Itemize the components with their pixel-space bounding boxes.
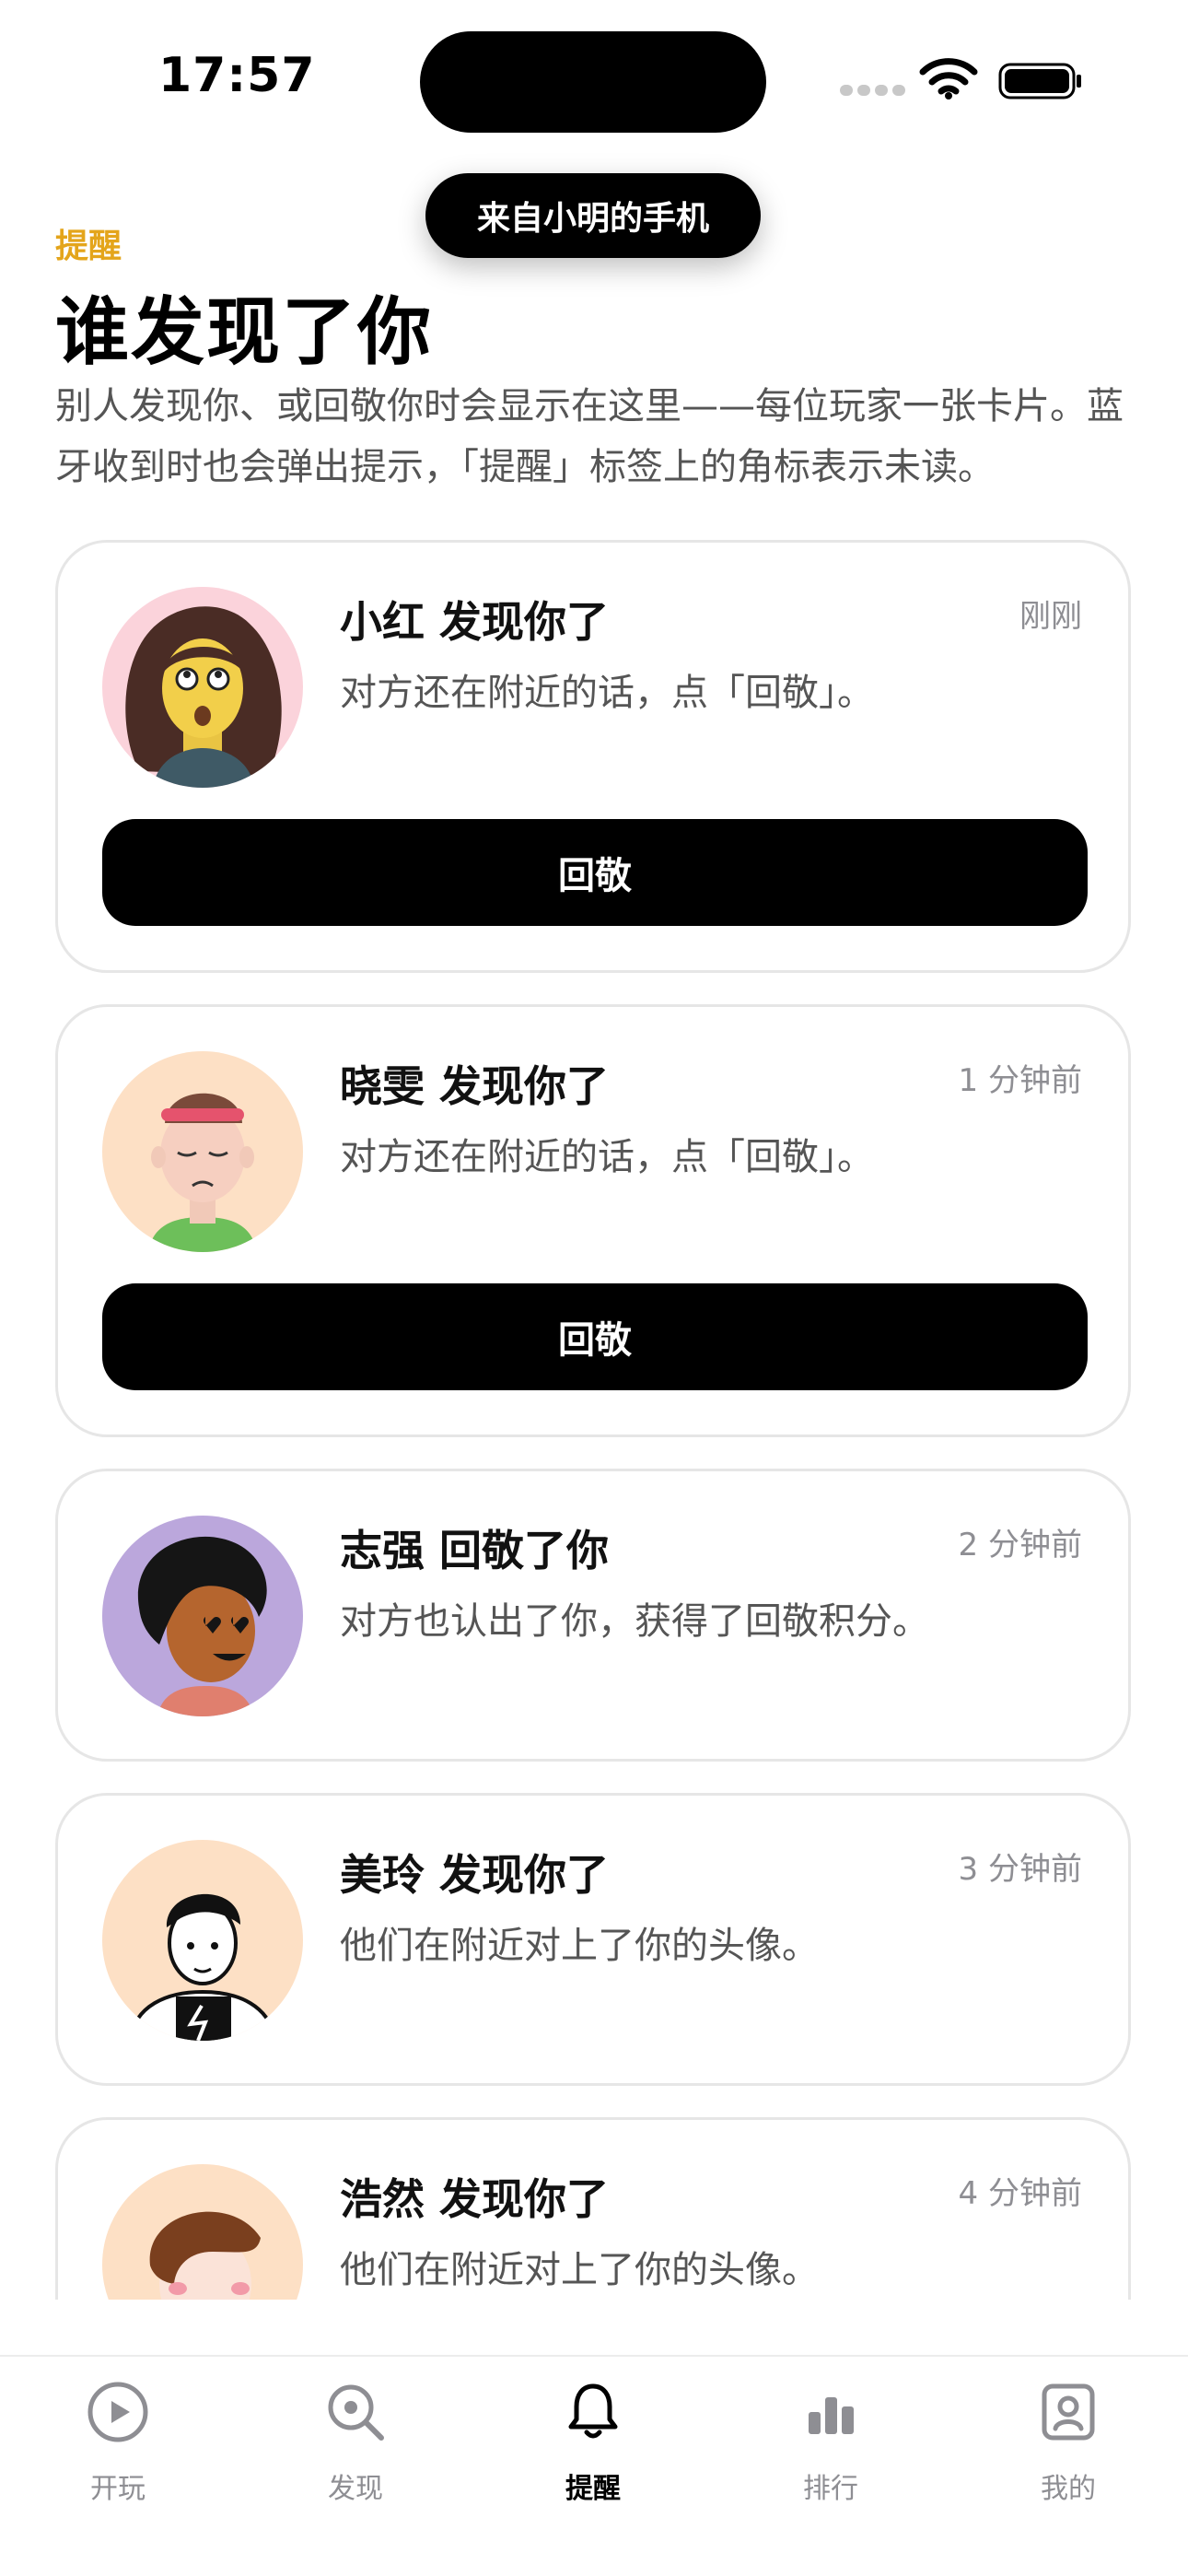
curly-hair-girl-avatar-icon bbox=[102, 587, 303, 788]
dynamic-island bbox=[420, 31, 766, 133]
tab-label: 排行 bbox=[803, 2473, 858, 2505]
tab-label: 我的 bbox=[1041, 2473, 1096, 2505]
notification-card: 美玲 发现你了 3 分钟前 他们在附近对上了你的头像。 bbox=[55, 1793, 1131, 2086]
sleepy-girl-avatar-icon bbox=[102, 1051, 303, 1252]
lineart-boy-avatar-icon bbox=[102, 1840, 303, 2041]
notification-subtitle: 他们在附近对上了你的头像。 bbox=[340, 2249, 819, 2291]
page-description: 别人发现你、或回敬你时会显示在这里——每位玩家一张卡片。蓝牙收到时也会弹出提示，… bbox=[55, 385, 1124, 488]
tab-label: 开玩 bbox=[90, 2473, 146, 2505]
notification-title: 小红 发现你了 bbox=[340, 597, 610, 647]
profile-icon bbox=[1042, 2383, 1095, 2441]
avatar bbox=[102, 1840, 303, 2041]
reply-button[interactable]: 回敬 bbox=[102, 819, 1088, 926]
notification-title: 晓雯 发现你了 bbox=[340, 1061, 610, 1111]
section-eyebrow: 提醒 bbox=[55, 228, 122, 265]
notification-card: 浩然 发现你了 4 分钟前 他们在附近对上了你的头像。 bbox=[55, 2117, 1131, 2300]
notification-card: 志强 回敬了你 2 分钟前 对方也认出了你，获得了回敬积分。 bbox=[55, 1469, 1131, 1762]
battery-icon bbox=[998, 63, 1083, 100]
avatar bbox=[102, 1516, 303, 1716]
tab-alerts[interactable]: 提醒 bbox=[519, 2379, 667, 2517]
bell-icon bbox=[568, 2383, 618, 2439]
tab-label: 发现 bbox=[328, 2473, 383, 2505]
notification-time: 1 分钟前 bbox=[958, 1062, 1082, 1099]
notification-card: 晓雯 发现你了 1 分钟前 对方还在附近的话，点「回敬」。 回敬 bbox=[55, 1004, 1131, 1437]
notification-title: 美玲 发现你了 bbox=[340, 1850, 610, 1900]
wifi-icon bbox=[919, 57, 978, 100]
notification-list[interactable]: 小红 发现你了 刚刚 对方还在附近的话，点「回敬」。 回敬 晓雯 发现你了 1 … bbox=[0, 534, 1188, 2300]
notification-subtitle: 他们在附近对上了你的头像。 bbox=[340, 1925, 819, 1967]
notification-subtitle: 对方也认出了你，获得了回敬积分。 bbox=[340, 1600, 929, 1643]
tab-profile[interactable]: 我的 bbox=[995, 2379, 1142, 2517]
notification-title: 浩然 发现你了 bbox=[340, 2174, 610, 2224]
notification-time: 刚刚 bbox=[1019, 598, 1082, 635]
tab-play[interactable]: 开玩 bbox=[44, 2379, 192, 2517]
notification-time: 3 分钟前 bbox=[958, 1851, 1082, 1888]
avatar bbox=[102, 1051, 303, 1252]
page-title: 谁发现了你 bbox=[55, 289, 433, 375]
avatar bbox=[102, 2164, 303, 2300]
notification-subtitle: 对方还在附近的话，点「回敬」。 bbox=[340, 672, 874, 714]
brown-hair-boy-avatar-icon bbox=[102, 2164, 303, 2300]
notification-time: 2 分钟前 bbox=[958, 1527, 1082, 1563]
tab-ranking[interactable]: 排行 bbox=[757, 2379, 904, 2517]
tab-bar: 开玩 发现 提醒 排行 我的 bbox=[0, 2355, 1188, 2576]
bar-chart-icon bbox=[809, 2397, 854, 2434]
avatar bbox=[102, 587, 303, 788]
search-icon bbox=[328, 2384, 384, 2441]
tab-discover[interactable]: 发现 bbox=[282, 2379, 429, 2517]
play-circle-icon bbox=[87, 2382, 148, 2442]
bluetooth-toast[interactable]: 来自小明的手机 bbox=[425, 173, 761, 258]
heart-eyes-avatar-icon bbox=[102, 1516, 303, 1716]
notification-title: 志强 回敬了你 bbox=[340, 1526, 610, 1575]
status-time: 17:57 bbox=[158, 48, 316, 103]
cellular-signal-icon bbox=[840, 85, 905, 96]
reply-button[interactable]: 回敬 bbox=[102, 1283, 1088, 1390]
notification-card: 小红 发现你了 刚刚 对方还在附近的话，点「回敬」。 回敬 bbox=[55, 540, 1131, 973]
notification-subtitle: 对方还在附近的话，点「回敬」。 bbox=[340, 1136, 874, 1178]
tab-label: 提醒 bbox=[565, 2473, 621, 2505]
notification-time: 4 分钟前 bbox=[958, 2175, 1082, 2212]
